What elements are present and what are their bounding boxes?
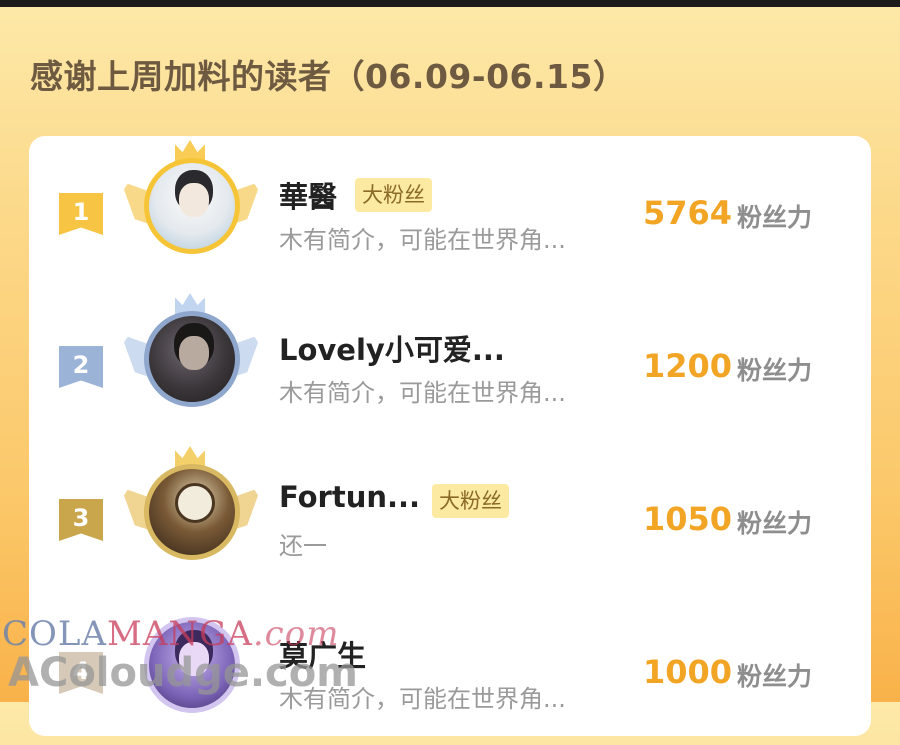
reader-name[interactable]: 莫广生 — [279, 633, 366, 675]
reader-name[interactable]: Fortun... — [279, 480, 420, 514]
fan-power-score: 1050 — [643, 500, 733, 538]
reader-ranking-list: 1 華醫 大粉丝 木有简介，可能在世界角... 5764 粉丝力 2 Lovel… — [29, 136, 871, 736]
fan-power-label: 粉丝力 — [737, 356, 813, 385]
fan-power-score: 1200 — [643, 347, 733, 385]
rank-badge: 2 — [59, 346, 103, 388]
fan-power-label: 粉丝力 — [737, 662, 813, 691]
reader-name[interactable]: Lovely小可爱... — [279, 327, 505, 369]
fan-badge: 大粉丝 — [355, 178, 432, 212]
fan-power-label: 粉丝力 — [737, 509, 813, 538]
reader-row-2[interactable]: 2 Lovely小可爱... 木有简介，可能在世界角... 1200 粉丝力 — [29, 289, 871, 439]
rank-badge: 1 — [59, 193, 103, 235]
rank-badge: 4 — [59, 652, 103, 694]
fan-power-score: 1000 — [643, 653, 733, 691]
avatar[interactable] — [144, 311, 240, 407]
reader-row-4[interactable]: 4 莫广生 木有简介，可能在世界角... 1000 粉丝力 — [29, 595, 871, 745]
top-strip — [0, 0, 900, 7]
reader-name[interactable]: 華醫 — [279, 174, 337, 216]
avatar[interactable] — [144, 464, 240, 560]
fan-power-label: 粉丝力 — [737, 203, 813, 232]
reader-row-3[interactable]: 3 Fortun... 大粉丝 还一 1050 粉丝力 — [29, 442, 871, 592]
fan-power-score: 5764 — [643, 194, 733, 232]
reader-row-1[interactable]: 1 華醫 大粉丝 木有简介，可能在世界角... 5764 粉丝力 — [29, 136, 871, 286]
fan-badge: 大粉丝 — [432, 484, 509, 518]
avatar[interactable] — [144, 617, 240, 713]
reader-bio: 还一 — [279, 532, 327, 560]
reader-bio: 木有简介，可能在世界角... — [279, 685, 566, 713]
page-title: 感谢上周加料的读者（06.09-06.15） — [30, 57, 627, 96]
rank-badge: 3 — [59, 499, 103, 541]
avatar[interactable] — [144, 158, 240, 254]
reader-bio: 木有简介，可能在世界角... — [279, 379, 566, 407]
reader-bio: 木有简介，可能在世界角... — [279, 226, 566, 254]
